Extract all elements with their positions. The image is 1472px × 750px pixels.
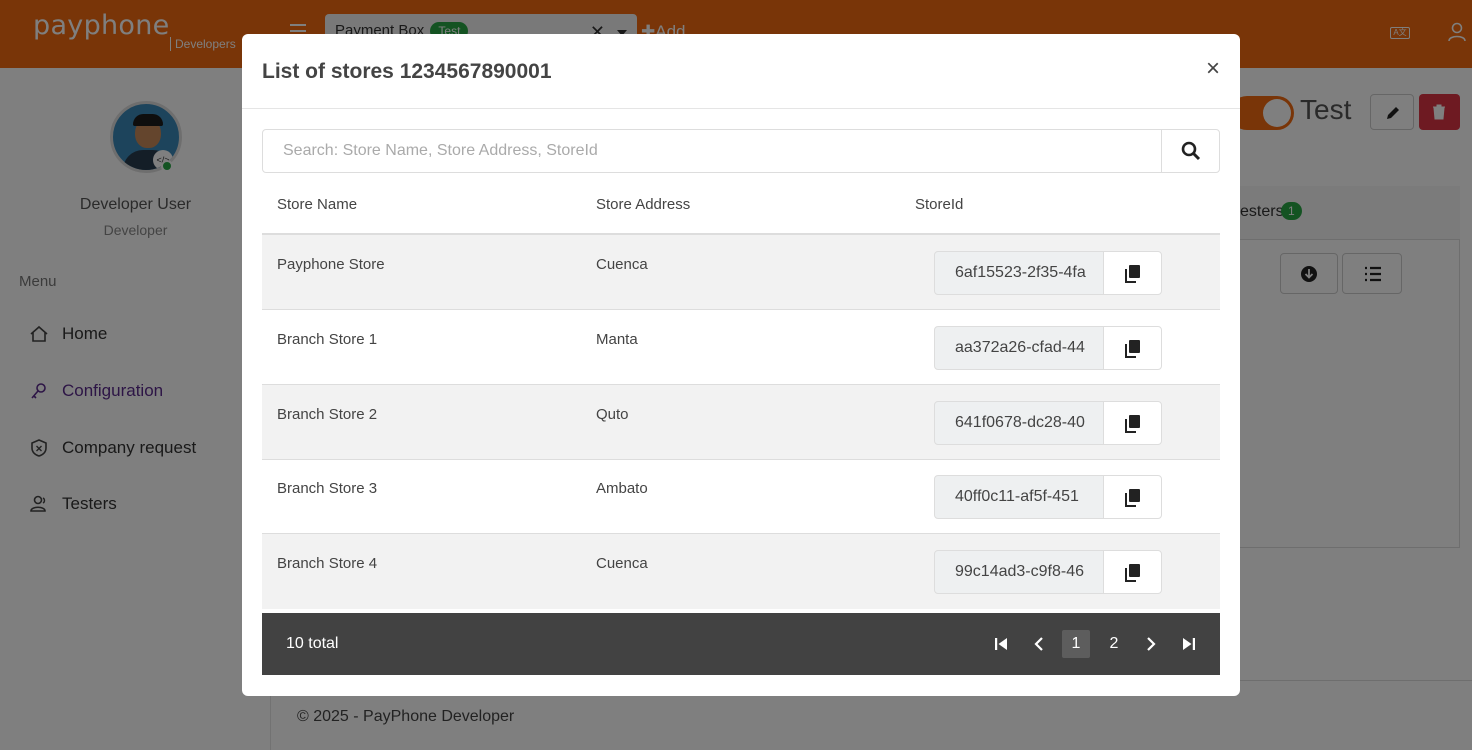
store-address-cell: Cuenca	[596, 256, 648, 273]
column-header-store-address[interactable]: Store Address	[596, 196, 690, 213]
store-id-field[interactable]: 40ff0c11-af5f-451	[934, 475, 1104, 519]
store-id-field[interactable]: 641f0678-dc28-40	[934, 401, 1104, 445]
copy-icon	[1125, 340, 1140, 358]
copy-icon	[1125, 564, 1140, 582]
column-header-store-name[interactable]: Store Name	[277, 196, 357, 213]
table-row: Payphone Store Cuenca 6af15523-2f35-4fa	[262, 235, 1220, 310]
store-name-cell: Payphone Store	[277, 256, 385, 273]
previous-page-button[interactable]	[1025, 630, 1053, 658]
page-1-button[interactable]: 1	[1062, 630, 1090, 658]
search-icon	[1181, 141, 1201, 161]
column-header-store-id[interactable]: StoreId	[915, 196, 963, 213]
store-address-cell: Ambato	[596, 480, 648, 497]
next-page-button[interactable]	[1137, 630, 1165, 658]
copy-icon	[1125, 415, 1140, 433]
copy-icon	[1125, 489, 1140, 507]
modal-title: List of stores 1234567890001	[262, 60, 552, 83]
page-2-button[interactable]: 2	[1100, 630, 1128, 658]
search-input[interactable]	[262, 129, 1162, 173]
search-button[interactable]	[1161, 129, 1220, 173]
last-page-button[interactable]	[1175, 630, 1203, 658]
store-address-cell: Manta	[596, 331, 638, 348]
copy-button[interactable]	[1103, 251, 1162, 295]
store-name-cell: Branch Store 2	[277, 406, 378, 423]
chevron-right-icon	[1147, 637, 1156, 651]
store-name-cell: Branch Store 4	[277, 555, 378, 572]
last-page-icon	[1183, 638, 1195, 650]
store-name-cell: Branch Store 1	[277, 331, 378, 348]
copy-button[interactable]	[1103, 550, 1162, 594]
table-row: Branch Store 4 Cuenca 99c14ad3-c9f8-46	[262, 534, 1220, 609]
store-name-cell: Branch Store 3	[277, 480, 378, 497]
table-row: Branch Store 3 Ambato 40ff0c11-af5f-451	[262, 459, 1220, 534]
copy-button[interactable]	[1103, 475, 1162, 519]
store-address-cell: Cuenca	[596, 555, 648, 572]
table-row: Branch Store 1 Manta aa372a26-cfad-44	[262, 310, 1220, 385]
store-address-cell: Quto	[596, 406, 629, 423]
modal-header: List of stores 1234567890001 ×	[242, 34, 1240, 109]
first-page-button[interactable]	[987, 630, 1015, 658]
copy-button[interactable]	[1103, 401, 1162, 445]
pagination-bar: 10 total 1 2	[262, 613, 1220, 675]
copy-icon	[1125, 265, 1140, 283]
table-row: Branch Store 2 Quto 641f0678-dc28-40	[262, 385, 1220, 460]
chevron-left-icon	[1034, 637, 1043, 651]
total-count: 10 total	[286, 635, 339, 652]
first-page-icon	[995, 638, 1007, 650]
copy-button[interactable]	[1103, 326, 1162, 370]
stores-modal: List of stores 1234567890001 × Store Nam…	[242, 34, 1240, 696]
store-id-field[interactable]: 99c14ad3-c9f8-46	[934, 550, 1104, 594]
store-id-field[interactable]: 6af15523-2f35-4fa	[934, 251, 1104, 295]
store-id-field[interactable]: aa372a26-cfad-44	[934, 326, 1104, 370]
close-icon[interactable]: ×	[1206, 56, 1220, 82]
